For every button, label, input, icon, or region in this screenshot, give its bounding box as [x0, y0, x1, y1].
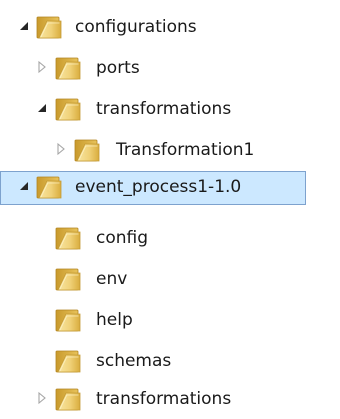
tree-item-label: transformations — [96, 99, 232, 119]
folder-icon — [54, 306, 82, 334]
tree-item-configurations[interactable]: configurations — [0, 8, 340, 46]
tree-item-transformation1[interactable]: Transformation1 — [0, 131, 340, 169]
tree-item-label: config — [96, 228, 149, 248]
collapsed-triangle-icon[interactable] — [34, 390, 50, 406]
tree-item-env[interactable]: env — [0, 260, 340, 298]
tree-item-schemas[interactable]: schemas — [0, 342, 340, 380]
tree-item-ports[interactable]: ports — [0, 49, 340, 87]
folder-icon — [73, 136, 101, 164]
collapsed-triangle-icon[interactable] — [34, 59, 50, 75]
tree-item-label: ports — [96, 58, 140, 78]
tree-item-label: env — [96, 269, 128, 289]
tree-item-label: help — [96, 310, 133, 330]
folder-icon — [35, 13, 63, 41]
folder-icon — [54, 265, 82, 293]
tree-item-label: Transformation1 — [116, 140, 255, 160]
folder-icon — [54, 224, 82, 252]
expanded-triangle-icon[interactable] — [34, 100, 50, 116]
tree-item-transformations-2[interactable]: transformations — [0, 380, 340, 418]
expanded-triangle-icon[interactable] — [16, 178, 32, 194]
collapsed-triangle-icon[interactable] — [53, 141, 69, 157]
tree-item-config[interactable]: config — [0, 219, 340, 257]
tree-item-label: event_process1-1.0 — [75, 177, 242, 197]
folder-icon — [54, 95, 82, 123]
folder-icon — [54, 385, 82, 413]
tree-item-transformations[interactable]: transformations — [0, 90, 340, 128]
expanded-triangle-icon[interactable] — [16, 18, 32, 34]
folder-icon — [35, 173, 63, 201]
tree-item-label: schemas — [96, 351, 172, 371]
tree-item-label: configurations — [75, 17, 197, 37]
tree-item-help[interactable]: help — [0, 301, 340, 339]
tree-item-event-process[interactable]: event_process1-1.0 — [0, 168, 340, 206]
tree-item-label: transformations — [96, 389, 232, 409]
folder-icon — [54, 347, 82, 375]
folder-tree: configurations ports transformations Tra… — [0, 0, 340, 419]
folder-icon — [54, 54, 82, 82]
